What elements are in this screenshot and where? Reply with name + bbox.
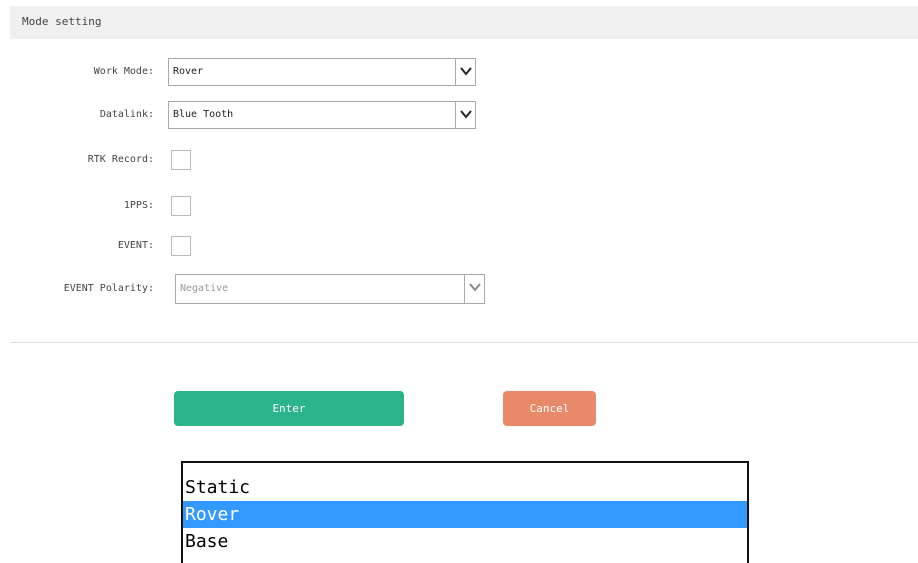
dropdown-option-static[interactable]: Static — [183, 474, 747, 501]
datalink-value: Blue Tooth — [173, 109, 234, 120]
dropdown-option-label: Base — [185, 531, 229, 552]
pps-label: 1PPS: — [123, 200, 154, 211]
event-polarity-row: EVENT Polarity: Negative — [0, 274, 918, 304]
datalink-label: Datalink: — [99, 109, 154, 120]
section-header: Mode setting — [10, 6, 918, 39]
event-polarity-select[interactable]: Negative — [175, 274, 485, 304]
work-mode-label: Work Mode: — [93, 66, 154, 77]
pps-checkbox[interactable] — [171, 196, 191, 216]
event-checkbox[interactable] — [171, 236, 191, 256]
datalink-select[interactable]: Blue Tooth — [168, 101, 476, 129]
rtk-record-row: RTK Record: — [0, 146, 918, 176]
cancel-button[interactable]: Cancel — [503, 391, 596, 426]
rtk-record-label: RTK Record: — [87, 154, 154, 165]
work-mode-row: Work Mode: Rover — [0, 58, 918, 88]
section-title: Mode setting — [22, 15, 102, 28]
chevron-down-icon[interactable] — [464, 275, 484, 303]
dropdown-option-label: Static — [185, 477, 251, 498]
chevron-down-icon[interactable] — [455, 59, 475, 85]
work-mode-value: Rover — [173, 66, 204, 77]
dropdown-option-base[interactable]: Base — [183, 528, 747, 555]
pps-row: 1PPS: — [0, 192, 918, 222]
event-polarity-label: EVENT Polarity: — [63, 283, 154, 294]
work-mode-dropdown-list: Static Rover Base — [181, 461, 749, 563]
dropdown-option-rover[interactable]: Rover — [183, 501, 747, 528]
event-row: EVENT: — [0, 232, 918, 262]
work-mode-select[interactable]: Rover — [168, 58, 476, 86]
chevron-down-icon[interactable] — [455, 102, 475, 128]
event-label: EVENT: — [117, 240, 154, 251]
event-polarity-value: Negative — [180, 283, 229, 294]
rtk-record-checkbox[interactable] — [171, 150, 191, 170]
dropdown-option-label: Rover — [185, 504, 240, 525]
datalink-row: Datalink: Blue Tooth — [0, 101, 918, 131]
divider — [10, 342, 918, 343]
enter-button[interactable]: Enter — [174, 391, 404, 426]
